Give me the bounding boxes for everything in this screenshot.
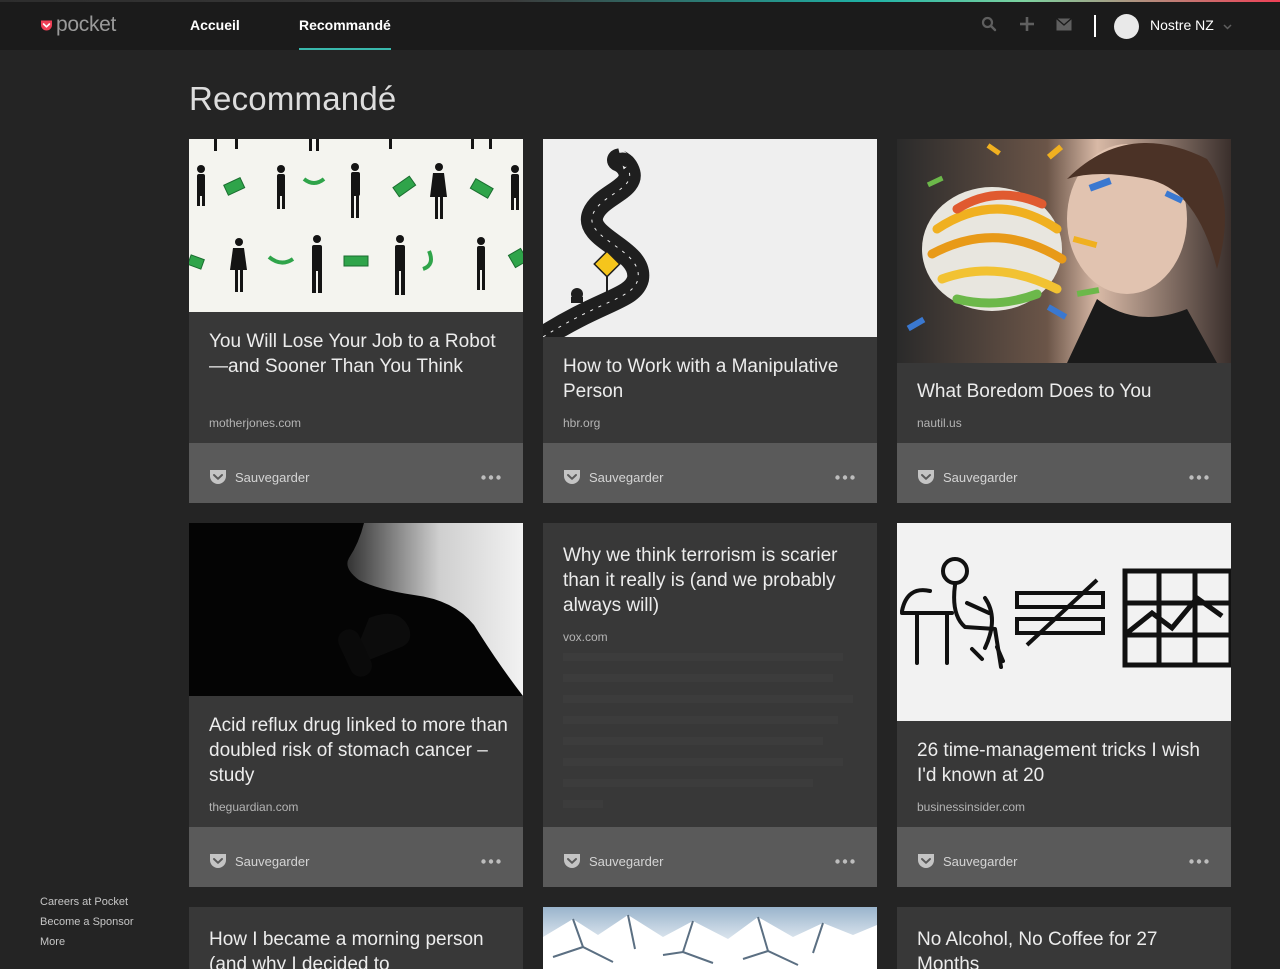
article-card[interactable]: How I became a morning person (and why I… (189, 907, 523, 969)
pocket-save-icon (210, 854, 226, 868)
pocket-save-icon (564, 470, 580, 484)
article-image[interactable] (543, 139, 877, 337)
article-image[interactable] (897, 523, 1231, 721)
card-footer: Sauvegarder (543, 827, 877, 887)
article-image[interactable] (189, 523, 523, 696)
save-button[interactable]: Sauvegarder (209, 853, 309, 869)
pocket-save-icon (210, 470, 226, 484)
search-icon[interactable] (981, 16, 997, 32)
article-card[interactable]: No Alcohol, No Coffee for 27 Months (897, 907, 1231, 969)
save-label: Sauvegarder (235, 469, 310, 485)
article-image[interactable] (897, 139, 1231, 363)
mail-icon[interactable] (1056, 18, 1072, 31)
article-domain[interactable]: vox.com (563, 630, 608, 644)
save-label: Sauvegarder (235, 853, 310, 869)
more-dots-icon[interactable] (1189, 475, 1209, 480)
more-dots-icon[interactable] (481, 475, 501, 480)
article-card[interactable]: You Will Lose Your Job to a Robot—and So… (189, 139, 523, 503)
more-link[interactable]: More (40, 932, 134, 952)
article-image[interactable] (543, 907, 877, 969)
top-navbar: pocket Accueil Recommandé Nostre NZ (0, 2, 1280, 50)
careers-link[interactable]: Careers at Pocket (40, 892, 134, 912)
article-title[interactable]: You Will Lose Your Job to a Robot—and So… (209, 329, 509, 379)
save-label: Sauvegarder (943, 853, 1018, 869)
card-footer: Sauvegarder (189, 827, 523, 887)
article-domain[interactable]: theguardian.com (209, 800, 298, 814)
article-title[interactable]: No Alcohol, No Coffee for 27 Months (917, 927, 1217, 969)
card-footer: Sauvegarder (189, 443, 523, 503)
article-title[interactable]: What Boredom Does to You (917, 379, 1217, 404)
article-domain[interactable]: businessinsider.com (917, 800, 1025, 814)
article-title[interactable]: Why we think terrorism is scarier than i… (563, 543, 863, 618)
avatar[interactable] (1114, 14, 1139, 39)
article-domain[interactable]: hbr.org (563, 416, 600, 430)
article-title[interactable]: How to Work with a Manipulative Person (563, 354, 863, 404)
article-excerpt-faded (563, 653, 863, 821)
article-card[interactable] (543, 907, 877, 969)
more-dots-icon[interactable] (1189, 859, 1209, 864)
become-sponsor-link[interactable]: Become a Sponsor (40, 912, 134, 932)
footer-links: Careers at Pocket Become a Sponsor More (40, 892, 134, 952)
save-button[interactable]: Sauvegarder (209, 469, 309, 485)
more-dots-icon[interactable] (835, 859, 855, 864)
user-name[interactable]: Nostre NZ (1150, 17, 1214, 33)
article-card[interactable]: What Boredom Does to You nautil.us Sauve… (897, 139, 1231, 503)
pocket-logo[interactable]: pocket (40, 13, 116, 37)
article-domain[interactable]: motherjones.com (209, 416, 301, 430)
pocket-save-icon (918, 854, 934, 868)
logo-text: pocket (56, 13, 117, 36)
article-card[interactable]: Acid reflux drug linked to more than dou… (189, 523, 523, 887)
page-title: Recommandé (189, 80, 397, 117)
save-label: Sauvegarder (589, 853, 664, 869)
article-title[interactable]: Acid reflux drug linked to more than dou… (209, 713, 509, 788)
article-card[interactable]: 26 time-management tricks I wish I'd kno… (897, 523, 1231, 887)
more-dots-icon[interactable] (481, 859, 501, 864)
card-footer: Sauvegarder (897, 443, 1231, 503)
chevron-down-icon[interactable] (1223, 24, 1232, 30)
card-footer: Sauvegarder (543, 443, 877, 503)
save-button[interactable]: Sauvegarder (917, 469, 1017, 485)
pocket-save-icon (918, 470, 934, 484)
tab-accueil[interactable]: Accueil (190, 2, 240, 50)
article-image[interactable] (189, 139, 523, 312)
article-domain[interactable]: nautil.us (917, 416, 962, 430)
pocket-logo-icon (41, 20, 52, 30)
nav-divider (1094, 15, 1096, 37)
tab-recommande[interactable]: Recommandé (299, 2, 391, 50)
pocket-save-icon (564, 854, 580, 868)
save-label: Sauvegarder (943, 469, 1018, 485)
article-title[interactable]: How I became a morning person (and why I… (209, 927, 509, 969)
more-dots-icon[interactable] (835, 475, 855, 480)
save-button[interactable]: Sauvegarder (563, 469, 663, 485)
article-card[interactable]: Why we think terrorism is scarier than i… (543, 523, 877, 887)
add-icon[interactable] (1019, 16, 1035, 32)
save-button[interactable]: Sauvegarder (917, 853, 1017, 869)
save-label: Sauvegarder (589, 469, 664, 485)
article-title[interactable]: 26 time-management tricks I wish I'd kno… (917, 738, 1217, 788)
save-button[interactable]: Sauvegarder (563, 853, 663, 869)
card-footer: Sauvegarder (897, 827, 1231, 887)
article-card[interactable]: How to Work with a Manipulative Person h… (543, 139, 877, 503)
